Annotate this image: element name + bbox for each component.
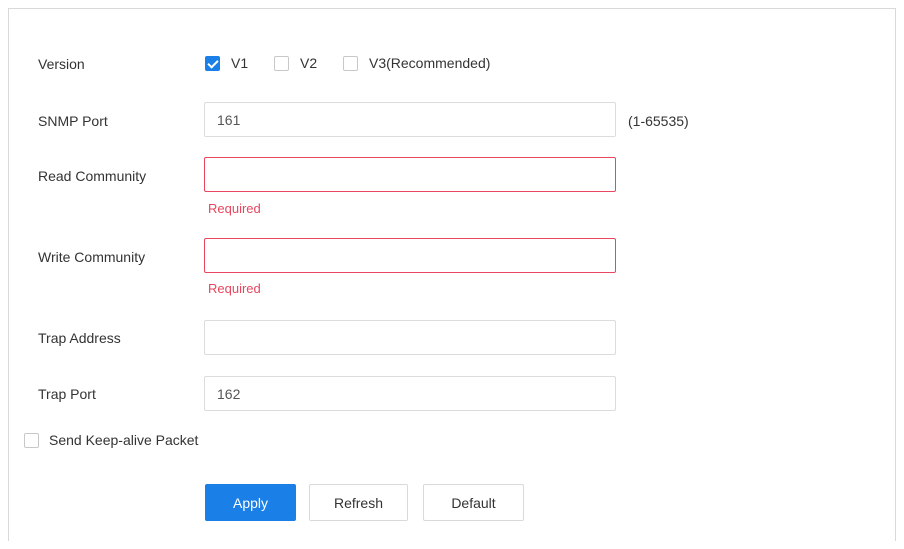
read-community-label: Read Community — [38, 168, 147, 184]
snmp-port-range-hint: (1-65535) — [628, 113, 689, 129]
apply-button[interactable]: Apply — [205, 484, 296, 521]
version-label: Version — [38, 56, 85, 72]
version-v2-label[interactable]: V2 — [300, 55, 317, 71]
write-community-label: Write Community — [38, 249, 146, 265]
trap-address-label: Trap Address — [38, 330, 121, 346]
snmp-port-label: SNMP Port — [38, 113, 108, 129]
snmp-port-input[interactable] — [204, 102, 616, 137]
write-community-input[interactable] — [204, 238, 616, 273]
read-community-input[interactable] — [204, 157, 616, 192]
snmp-settings-panel — [8, 8, 896, 541]
refresh-button[interactable]: Refresh — [309, 484, 408, 521]
version-v2-checkbox[interactable] — [274, 56, 289, 71]
read-community-error: Required — [208, 201, 261, 216]
keep-alive-label[interactable]: Send Keep-alive Packet — [49, 432, 198, 448]
trap-port-input[interactable] — [204, 376, 616, 411]
version-v1-label[interactable]: V1 — [231, 55, 248, 71]
trap-port-label: Trap Port — [38, 386, 96, 402]
trap-address-input[interactable] — [204, 320, 616, 355]
version-v3-checkbox[interactable] — [343, 56, 358, 71]
version-v1-checkbox[interactable] — [205, 56, 220, 71]
default-button[interactable]: Default — [423, 484, 524, 521]
write-community-error: Required — [208, 281, 261, 296]
keep-alive-checkbox[interactable] — [24, 433, 39, 448]
version-v3-label[interactable]: V3(Recommended) — [369, 55, 490, 71]
